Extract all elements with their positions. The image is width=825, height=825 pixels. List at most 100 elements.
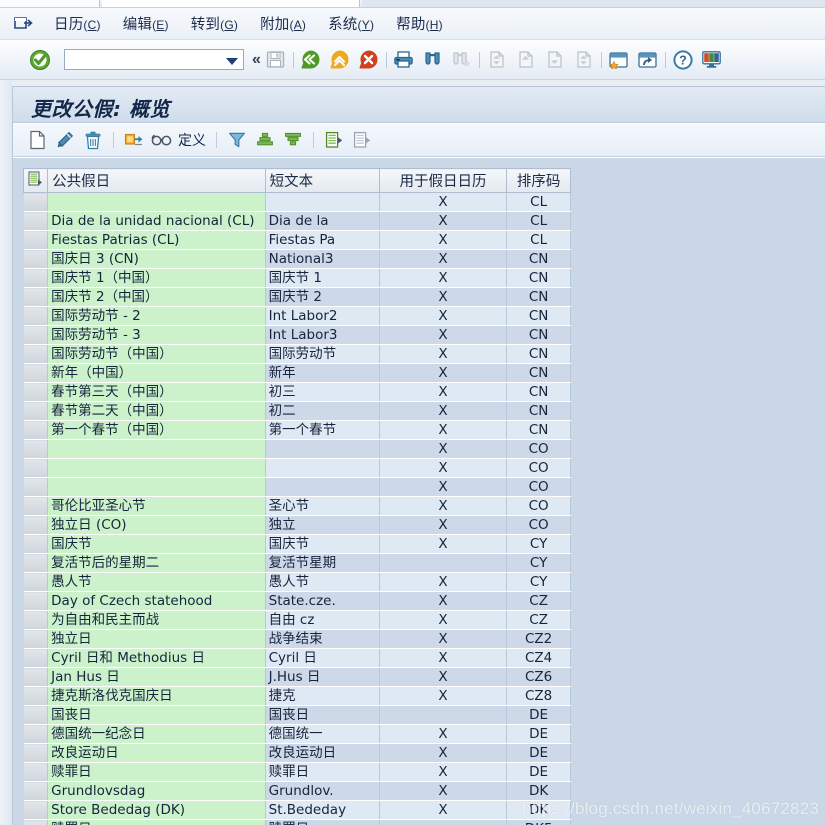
sort-code-cell[interactable]: CL bbox=[506, 192, 571, 212]
table-row[interactable]: 国庆日 3 (CN) National3 X CN bbox=[23, 249, 571, 269]
row-selector[interactable] bbox=[23, 534, 49, 554]
row-selector[interactable] bbox=[23, 325, 49, 345]
row-selector[interactable] bbox=[23, 572, 49, 592]
table-row[interactable]: 独立日 (CO) 独立 X CO bbox=[23, 515, 571, 535]
table-row[interactable]: 愚人节 愚人节 X CY bbox=[23, 572, 571, 592]
sort-code-cell[interactable]: DK5 bbox=[506, 819, 571, 825]
holiday-name-cell[interactable]: Store Bededag (DK) bbox=[47, 800, 266, 820]
row-selector[interactable] bbox=[23, 724, 49, 744]
short-text-cell[interactable]: State.cze. bbox=[265, 591, 380, 611]
row-selector[interactable] bbox=[23, 382, 49, 402]
table-row[interactable]: 国庆节 2（中国） 国庆节 2 X CN bbox=[23, 287, 571, 307]
short-text-cell[interactable]: 捷克 bbox=[265, 686, 380, 706]
table-row[interactable]: Grundlovsdag Grundlov. X DK bbox=[23, 781, 571, 801]
table-row[interactable]: 第一个春节（中国） 第一个春节 X CN bbox=[23, 420, 571, 440]
holiday-name-cell[interactable]: Dia de la unidad nacional (CL) bbox=[47, 211, 266, 231]
command-input[interactable] bbox=[68, 51, 220, 68]
sort-code-cell[interactable]: CO bbox=[506, 439, 571, 459]
holiday-name-cell[interactable]: 国际劳动节 - 2 bbox=[47, 306, 266, 326]
sort-code-cell[interactable]: CY bbox=[506, 553, 571, 573]
row-selector[interactable] bbox=[23, 496, 49, 516]
column-header-short-text[interactable]: 短文本 bbox=[265, 168, 380, 193]
row-selector[interactable] bbox=[23, 192, 49, 212]
sort-code-cell[interactable]: CN bbox=[506, 249, 571, 269]
table-row[interactable]: Day of Czech statehood State.cze. X CZ bbox=[23, 591, 571, 611]
holiday-name-cell[interactable]: 国际劳动节 - 3 bbox=[47, 325, 266, 345]
holiday-name-cell[interactable]: 春节第三天（中国） bbox=[47, 382, 266, 402]
holiday-name-cell[interactable]: Grundlovsdag bbox=[47, 781, 266, 801]
help-icon[interactable]: ? bbox=[670, 47, 696, 73]
row-selector[interactable] bbox=[23, 268, 49, 288]
sort-code-cell[interactable]: DK bbox=[506, 781, 571, 801]
holiday-name-cell[interactable] bbox=[47, 192, 266, 212]
sort-code-cell[interactable]: CZ bbox=[506, 610, 571, 630]
short-text-cell[interactable]: 复活节星期 bbox=[265, 553, 380, 573]
select-all-icon[interactable] bbox=[320, 127, 348, 153]
row-selector[interactable] bbox=[23, 610, 49, 630]
short-text-cell[interactable]: St.Bededay bbox=[265, 800, 380, 820]
holiday-name-cell[interactable]: 国庆节 bbox=[47, 534, 266, 554]
table-row[interactable]: X CL bbox=[23, 192, 571, 212]
table-row[interactable]: 国际劳动节（中国） 国际劳动节 X CN bbox=[23, 344, 571, 364]
holiday-name-cell[interactable]: Day of Czech statehood bbox=[47, 591, 266, 611]
customize-local-layout-icon[interactable] bbox=[699, 47, 725, 73]
filter-icon[interactable] bbox=[223, 127, 251, 153]
row-selector[interactable] bbox=[23, 230, 49, 250]
short-text-cell[interactable]: 国际劳动节 bbox=[265, 344, 380, 364]
holiday-name-cell[interactable]: 赎罪日 bbox=[47, 762, 266, 782]
sort-code-cell[interactable]: CN bbox=[506, 287, 571, 307]
holiday-name-cell[interactable]: 独立日 bbox=[47, 629, 266, 649]
short-text-cell[interactable]: Int Labor3 bbox=[265, 325, 380, 345]
sort-code-cell[interactable]: CN bbox=[506, 401, 571, 421]
row-selector[interactable] bbox=[23, 553, 49, 573]
row-selector[interactable] bbox=[23, 800, 49, 820]
short-text-cell[interactable]: 自由 cz bbox=[265, 610, 380, 630]
short-text-cell[interactable] bbox=[265, 477, 380, 497]
short-text-cell[interactable]: Int Labor2 bbox=[265, 306, 380, 326]
calendar-flag-cell[interactable]: X bbox=[379, 192, 508, 212]
short-text-cell[interactable]: Fiestas Pa bbox=[265, 230, 380, 250]
table-row[interactable]: 春节第二天（中国） 初二 X CN bbox=[23, 401, 571, 421]
calendar-flag-cell[interactable]: X bbox=[379, 515, 508, 535]
row-selector[interactable] bbox=[23, 287, 49, 307]
table-row[interactable]: 复活节后的星期二 复活节星期 CY bbox=[23, 553, 571, 573]
row-selector[interactable] bbox=[23, 306, 49, 326]
calendar-flag-cell[interactable]: X bbox=[379, 743, 508, 763]
sort-code-cell[interactable]: DE bbox=[506, 762, 571, 782]
holiday-name-cell[interactable]: 第一个春节（中国） bbox=[47, 420, 266, 440]
holiday-name-cell[interactable]: 哥伦比亚圣心节 bbox=[47, 496, 266, 516]
calendar-flag-cell[interactable]: X bbox=[379, 306, 508, 326]
calendar-flag-cell[interactable]: X bbox=[379, 287, 508, 307]
calendar-flag-cell[interactable]: X bbox=[379, 268, 508, 288]
short-text-cell[interactable]: 改良运动日 bbox=[265, 743, 380, 763]
new-document-icon[interactable] bbox=[23, 127, 51, 153]
row-selector[interactable] bbox=[23, 477, 49, 497]
exit-icon[interactable] bbox=[327, 47, 353, 73]
find-icon[interactable] bbox=[420, 47, 446, 73]
holiday-name-cell[interactable]: 改良运动日 bbox=[47, 743, 266, 763]
short-text-cell[interactable] bbox=[265, 192, 380, 212]
calendar-flag-cell[interactable]: X bbox=[379, 686, 508, 706]
calendar-flag-cell[interactable]: X bbox=[379, 724, 508, 744]
short-text-cell[interactable]: National3 bbox=[265, 249, 380, 269]
save-icon[interactable] bbox=[263, 47, 289, 73]
row-selector[interactable] bbox=[23, 211, 49, 231]
short-text-cell[interactable]: 赎罪日 bbox=[265, 819, 380, 825]
calendar-flag-cell[interactable]: X bbox=[379, 439, 508, 459]
pencil-icon[interactable] bbox=[51, 127, 79, 153]
table-row[interactable]: Cyril 日和 Methodius 日 Cyril 日 X CZ4 bbox=[23, 648, 571, 668]
calendar-flag-cell[interactable]: X bbox=[379, 762, 508, 782]
sort-code-cell[interactable]: CO bbox=[506, 477, 571, 497]
short-text-cell[interactable]: 愚人节 bbox=[265, 572, 380, 592]
holiday-name-cell[interactable]: 国庆日 3 (CN) bbox=[47, 249, 266, 269]
enter-ok-icon[interactable] bbox=[29, 49, 51, 71]
print-icon[interactable] bbox=[391, 47, 417, 73]
short-text-cell[interactable]: 国庆节 1 bbox=[265, 268, 380, 288]
row-selector[interactable] bbox=[23, 667, 49, 687]
sort-code-cell[interactable]: CZ2 bbox=[506, 629, 571, 649]
row-selector[interactable] bbox=[23, 686, 49, 706]
calendar-flag-cell[interactable]: X bbox=[379, 401, 508, 421]
holiday-name-cell[interactable]: 国庆节 2（中国） bbox=[47, 287, 266, 307]
sort-code-cell[interactable]: CY bbox=[506, 572, 571, 592]
table-row[interactable]: 德国统一纪念日 德国统一 X DE bbox=[23, 724, 571, 744]
